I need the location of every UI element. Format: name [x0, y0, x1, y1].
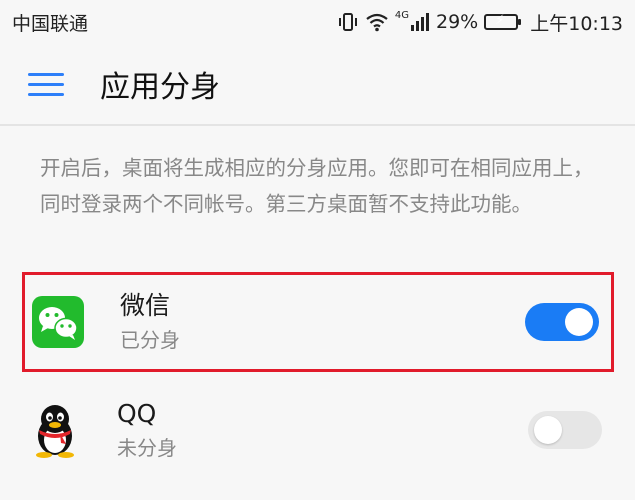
battery-icon: ⚡ [484, 10, 522, 34]
carrier-label: 中国联通 [12, 12, 89, 35]
qq-icon [27, 402, 83, 458]
status-bar: 中国联通 4G 29% ⚡ 上午10:13 [0, 0, 635, 44]
status-icons: 4G 29% ⚡ 上午10:13 [337, 9, 623, 36]
wechat-icon [30, 294, 86, 350]
signal-icon: 4G [395, 10, 430, 34]
wechat-clone-toggle[interactable] [525, 303, 599, 341]
app-status: 未分身 [117, 436, 177, 460]
app-row-qq: QQ 未分身 [22, 380, 614, 480]
page-title: 应用分身 [100, 70, 220, 105]
app-text-wechat: 微信 已分身 [120, 289, 180, 355]
wifi-icon [365, 10, 389, 34]
app-name: QQ [117, 399, 157, 428]
clock-label: 上午10:13 [530, 12, 623, 35]
vibrate-icon [337, 10, 359, 34]
app-status: 已分身 [120, 328, 180, 352]
toggle-knob [534, 416, 562, 444]
description-text: 开启后，桌面将生成相应的分身应用。您即可在相同应用上，同时登录两个不同帐号。第三… [40, 156, 594, 216]
qq-clone-toggle[interactable] [528, 411, 602, 449]
app-bar: 应用分身 [0, 44, 635, 126]
app-name: 微信 [120, 291, 171, 320]
toggle-knob [565, 308, 593, 336]
network-type-label: 4G [394, 10, 409, 21]
app-row-wechat: 微信 已分身 [22, 272, 614, 372]
hamburger-menu-icon[interactable] [28, 64, 68, 104]
battery-percent: 29% [436, 11, 479, 33]
app-text-qq: QQ 未分身 [117, 397, 177, 463]
